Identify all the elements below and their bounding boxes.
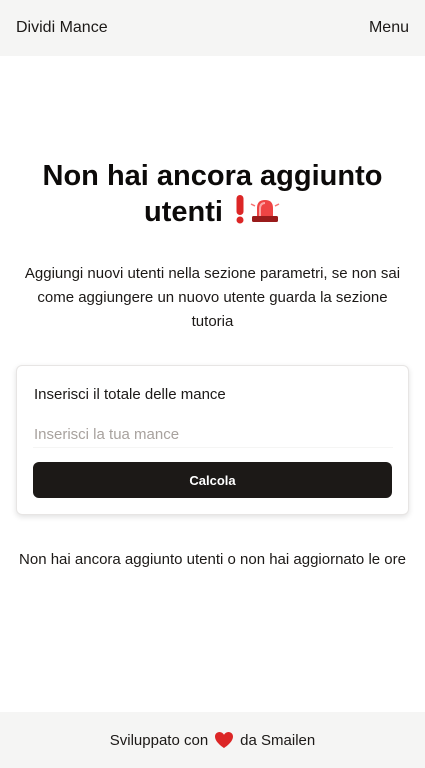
- tip-total-label: Inserisci il totale delle mance: [34, 386, 226, 403]
- top-header: Dividi Mance Menu: [0, 0, 425, 56]
- page-title: Non hai ancora aggiunto utenti: [20, 158, 405, 233]
- app-page: Dividi Mance Menu Non hai ancora aggiunt…: [0, 0, 425, 768]
- siren-icon: [249, 196, 281, 232]
- brand-link[interactable]: Dividi Mance: [16, 19, 108, 37]
- tip-amount-input[interactable]: [33, 422, 393, 448]
- menu-button[interactable]: Menu: [369, 19, 409, 37]
- exclamation-icon: [235, 194, 245, 233]
- page-subtitle: Aggiungi nuovi utenti nella sezione para…: [24, 265, 401, 330]
- footer-suffix: da Smailen: [240, 731, 316, 749]
- result-message: Non hai ancora aggiunto utenti o non hai…: [19, 551, 406, 568]
- title-icons: [235, 194, 281, 233]
- footer-prefix: Sviluppato con: [109, 731, 209, 749]
- page-title-text: Non hai ancora aggiunto utenti: [42, 160, 383, 228]
- page-footer: Sviluppato con da Smailen: [0, 712, 425, 768]
- calculate-button[interactable]: Calcola: [33, 462, 392, 498]
- tip-form-card: Inserisci il totale delle mance Calcola: [16, 365, 409, 515]
- heart-icon: [214, 731, 234, 749]
